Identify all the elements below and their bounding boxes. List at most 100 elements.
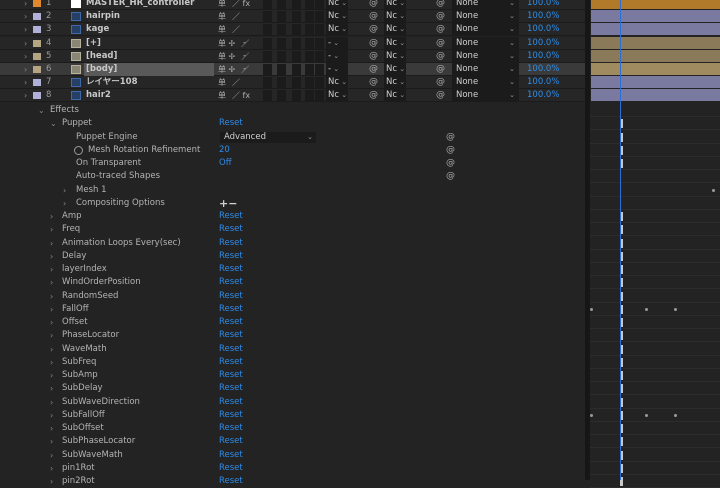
layer-row[interactable]: ›5[head]单 ✢／--- ⌄@Nc ⌄@None⌄100.0%: [0, 50, 720, 63]
property-row[interactable]: Puppet Engine Advanced ⌄ @: [0, 131, 585, 144]
switch-box[interactable]: [277, 90, 286, 101]
switch-box[interactable]: [292, 90, 301, 101]
timeline-track-area[interactable]: [590, 104, 720, 488]
parent-pickwhip-icon[interactable]: @: [436, 50, 445, 63]
switch-box[interactable]: [263, 77, 272, 88]
switch-box[interactable]: [277, 77, 286, 88]
property-value[interactable]: Reset: [219, 409, 243, 422]
switch-box[interactable]: [315, 90, 324, 101]
keyframe-dot[interactable]: [674, 413, 677, 417]
chevron-right-icon[interactable]: ›: [50, 210, 53, 223]
switch-box[interactable]: [277, 24, 286, 35]
switch-box[interactable]: [315, 11, 324, 22]
shy-switch-icon[interactable]: 单: [218, 25, 226, 34]
layer-duration-bar[interactable]: [591, 76, 720, 88]
property-value[interactable]: Reset: [219, 316, 243, 329]
property-value[interactable]: Reset: [219, 343, 243, 356]
property-value[interactable]: Reset: [219, 396, 243, 409]
parent-pickwhip-icon[interactable]: @: [436, 10, 445, 23]
chevron-right-icon[interactable]: ›: [50, 382, 53, 395]
quality-switch-icon[interactable]: ／: [232, 12, 240, 21]
chevron-right-icon[interactable]: ›: [50, 276, 53, 289]
expression-spiral-icon[interactable]: @: [446, 170, 455, 183]
property-value[interactable]: Reset: [219, 237, 243, 250]
property-value[interactable]: Reset: [219, 382, 243, 395]
chevron-right-icon[interactable]: ›: [50, 250, 53, 263]
chevron-right-icon[interactable]: ›: [50, 343, 53, 356]
chevron-right-icon[interactable]: ›: [50, 396, 53, 409]
switch-box[interactable]: [277, 11, 286, 22]
stretch-value[interactable]: 100.0%: [527, 63, 559, 76]
label-color-swatch[interactable]: [33, 0, 41, 7]
track-matte-select[interactable]: Nc ⌄: [384, 63, 406, 76]
switch-box[interactable]: [315, 51, 324, 62]
chevron-right-icon[interactable]: ›: [50, 475, 53, 488]
switch-box[interactable]: [263, 51, 272, 62]
property-value[interactable]: Reset: [219, 290, 243, 303]
layer-name[interactable]: レイヤー108: [86, 76, 206, 89]
expression-spiral-icon[interactable]: @: [446, 144, 455, 157]
stretch-value[interactable]: 100.0%: [527, 50, 559, 63]
layer-row[interactable]: ›6[body]单 ✢／--- ⌄@Nc ⌄@None⌄100.0%: [0, 63, 720, 76]
property-row[interactable]: › Offset Reset: [0, 316, 585, 329]
parent-select[interactable]: None ⌄: [452, 0, 519, 10]
chevron-right-icon[interactable]: ›: [63, 184, 66, 197]
pickwhip-icon[interactable]: @: [369, 37, 378, 50]
layer-duration-bar[interactable]: [591, 10, 720, 22]
property-row[interactable]: ⌄ Effects: [0, 104, 585, 117]
property-row[interactable]: › RandomSeed Reset: [0, 290, 585, 303]
layer-duration-bar[interactable]: [591, 37, 720, 49]
chevron-right-icon[interactable]: ›: [50, 356, 53, 369]
stopwatch-icon[interactable]: [74, 145, 83, 155]
add-remove-buttons[interactable]: +−: [219, 197, 237, 210]
chevron-right-icon[interactable]: ›: [50, 422, 53, 435]
parent-pickwhip-icon[interactable]: @: [436, 63, 445, 76]
parent-select[interactable]: None ⌄: [452, 23, 519, 36]
label-color-swatch[interactable]: [33, 40, 41, 47]
switch-box[interactable]: [292, 51, 301, 62]
chevron-right-icon[interactable]: ›: [24, 0, 32, 10]
property-value[interactable]: Reset: [219, 422, 243, 435]
label-color-swatch[interactable]: [33, 92, 41, 99]
property-row[interactable]: › Freq Reset: [0, 223, 585, 236]
track-matte-select[interactable]: Nc ⌄: [384, 10, 406, 23]
property-value[interactable]: Off: [219, 157, 232, 170]
pickwhip-icon[interactable]: @: [369, 50, 378, 63]
parent-select[interactable]: None ⌄: [452, 37, 519, 50]
chevron-right-icon[interactable]: ›: [50, 303, 53, 316]
property-row[interactable]: Mesh Rotation Refinement 20 @: [0, 144, 585, 157]
switch-box[interactable]: [292, 38, 301, 49]
blend-mode-select[interactable]: Nc ⌄: [326, 0, 348, 10]
layer-row[interactable]: › 8 hair2 单 ／ fx Nc ⌄ @ Nc ⌄ @ None ⌄ 100.0%: [0, 89, 720, 102]
track-matte-select[interactable]: Nc ⌄: [384, 37, 406, 50]
shy-switch-icon[interactable]: 单 ✢: [218, 65, 235, 74]
property-row[interactable]: › WindOrderPosition Reset: [0, 276, 585, 289]
parent-pickwhip-icon[interactable]: @: [436, 76, 445, 89]
chevron-right-icon[interactable]: ›: [50, 369, 53, 382]
pickwhip-icon[interactable]: @: [369, 0, 378, 10]
property-value[interactable]: Reset: [219, 303, 243, 316]
puppet-engine-select[interactable]: Advanced ⌄: [220, 131, 316, 143]
property-row[interactable]: › Amp Reset: [0, 210, 585, 223]
property-row[interactable]: ⌄ Puppet Reset: [0, 117, 585, 130]
stretch-value[interactable]: 100.0%: [527, 37, 559, 50]
property-row[interactable]: › pin1Rot Reset: [0, 462, 585, 475]
blend-mode-select[interactable]: Nc ⌄: [326, 10, 348, 23]
switch-box[interactable]: [292, 77, 301, 88]
property-value[interactable]: Reset: [219, 263, 243, 276]
keyframe-dot[interactable]: [645, 413, 648, 417]
blend-mode-select[interactable]: - ⌄: [326, 50, 348, 63]
parent-pickwhip-icon[interactable]: @: [436, 37, 445, 50]
label-color-swatch[interactable]: [33, 53, 41, 60]
property-value[interactable]: Reset: [219, 117, 243, 130]
keyframe-dot[interactable]: [712, 188, 715, 192]
chevron-right-icon[interactable]: ›: [24, 50, 32, 63]
property-value[interactable]: Reset: [219, 250, 243, 263]
parent-select[interactable]: None ⌄: [452, 63, 519, 76]
switch-box[interactable]: [263, 64, 272, 75]
layer-row[interactable]: › 3 kage 单 ／ Nc ⌄ @ Nc ⌄ @ None ⌄ 100.0%: [0, 23, 720, 36]
property-row[interactable]: Auto-traced Shapes @: [0, 170, 585, 183]
switch-box[interactable]: [305, 11, 314, 22]
layer-name[interactable]: kage: [86, 23, 206, 36]
layer-row[interactable]: › 1 MASTER_HR_controller 单 ／ fx Nc ⌄ @ Nc ⌄ @ Non…: [0, 0, 720, 10]
